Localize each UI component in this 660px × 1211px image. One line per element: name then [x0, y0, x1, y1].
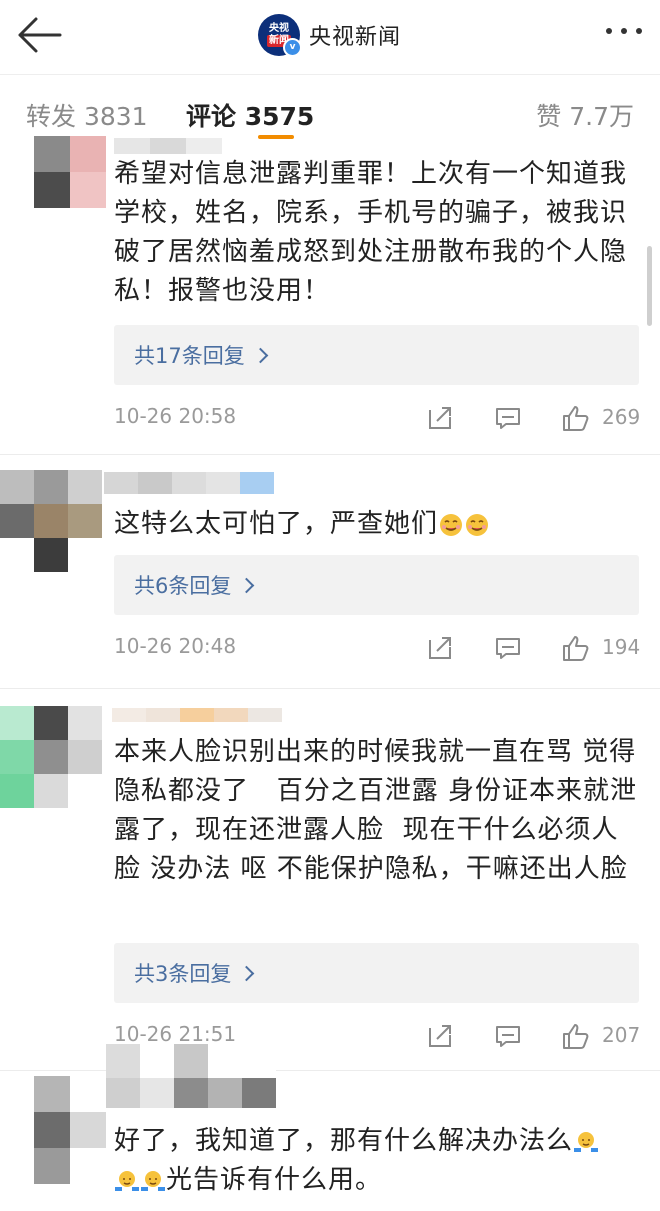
view-replies-link[interactable]: 共17条回复	[134, 340, 269, 370]
shrug-emoji	[574, 1131, 599, 1152]
avatar[interactable]	[34, 136, 106, 208]
like-button[interactable]	[556, 398, 596, 438]
comment-text-line2: 光告诉有什么用。	[166, 1165, 383, 1195]
drool-face-emoji	[466, 513, 489, 536]
reply-count: 共6条回复	[134, 574, 232, 598]
comment-button[interactable]	[488, 1016, 528, 1056]
cctv-news-logo: 央视 新闻 v	[258, 14, 302, 57]
like-button[interactable]	[556, 1016, 596, 1056]
chevron-right-icon	[239, 965, 255, 981]
thumbs-up-icon	[563, 406, 589, 431]
comment-icon	[496, 408, 520, 429]
comment-text: 希望对信息泄露判重罪！上次有一个知道我学校，姓名，院系，手机号的骗子，被我识破了…	[114, 159, 628, 306]
thumbs-up-icon	[563, 1024, 589, 1049]
share-icon	[429, 1025, 451, 1047]
account-header[interactable]: 央视 新闻 v 央视新闻	[258, 12, 401, 58]
username-mosaic[interactable]	[112, 708, 282, 722]
comment-button[interactable]	[488, 628, 528, 668]
like-button[interactable]	[556, 628, 596, 668]
avatar[interactable]	[0, 470, 102, 572]
share-icon	[429, 637, 451, 659]
like-count: 269	[602, 405, 641, 429]
thumbs-up-icon	[563, 636, 589, 661]
chevron-right-icon	[252, 347, 269, 363]
view-replies-link[interactable]: 共6条回复	[134, 570, 255, 600]
share-button[interactable]	[420, 398, 460, 438]
reply-box[interactable]: 共3条回复	[114, 943, 639, 1003]
share-button[interactable]	[420, 628, 460, 668]
comment-text: 好了，我知道了，那有什么解决办法么 光告诉有什么用。	[114, 1122, 644, 1200]
reply-box[interactable]: 共6条回复	[114, 555, 639, 615]
avatar[interactable]	[34, 1076, 106, 1184]
account-name: 央视新闻	[309, 25, 402, 50]
view-replies-link[interactable]: 共3条回复	[134, 958, 255, 988]
reply-count: 共17条回复	[134, 344, 245, 368]
timestamp: 10-26 20:58	[114, 404, 237, 428]
comment-meta: 10-26 20:58 269	[114, 398, 644, 438]
comment-text: 这特么太可怕了，严查她们	[114, 505, 644, 544]
username-mosaic[interactable]	[106, 1044, 276, 1108]
tab-repost[interactable]: 转发 3831	[26, 97, 148, 133]
comment-button[interactable]	[488, 398, 528, 438]
top-nav-bar: 央视 新闻 v 央视新闻	[0, 0, 660, 74]
divider	[0, 1070, 660, 1071]
dot	[606, 28, 612, 34]
chevron-right-icon	[239, 577, 255, 593]
tab-likes[interactable]: 赞 7.7万	[536, 97, 634, 133]
username-mosaic[interactable]	[104, 472, 274, 494]
shrug-emoji	[141, 1170, 165, 1191]
more-dots-icon[interactable]	[606, 28, 642, 34]
comment-text-line1: 好了，我知道了，那有什么解决办法么	[114, 1126, 574, 1156]
comment-icon	[496, 1026, 520, 1047]
verified-badge-icon: v	[283, 38, 302, 57]
like-count: 194	[602, 635, 641, 659]
avatar[interactable]	[0, 706, 102, 808]
comment-text: 本来人脸识别出来的时候我就一直在骂 觉得隐私都没了 百分之百泄露 身份证本来就泄…	[114, 737, 638, 884]
active-tab-indicator	[258, 135, 294, 139]
back-button[interactable]	[14, 14, 66, 56]
divider	[0, 688, 660, 689]
comment-icon	[496, 638, 520, 659]
share-icon	[429, 407, 451, 429]
shrug-emoji	[115, 1170, 139, 1191]
reply-count: 共3条回复	[134, 962, 232, 986]
timestamp: 10-26 20:48	[114, 634, 237, 658]
tab-comments[interactable]: 评论 3575	[186, 97, 314, 133]
reply-box[interactable]: 共17条回复	[114, 325, 639, 385]
like-count: 207	[602, 1023, 641, 1047]
dot	[636, 28, 642, 34]
comment-text-content: 这特么太可怕了，严查她们	[114, 509, 439, 539]
divider	[0, 454, 660, 455]
scrollbar[interactable]	[647, 246, 652, 326]
dot	[621, 28, 627, 34]
logo-line1: 央视	[269, 23, 289, 34]
comment-meta: 10-26 20:48 194	[114, 628, 644, 668]
timestamp: 10-26 21:51	[114, 1022, 237, 1046]
share-button[interactable]	[420, 1016, 460, 1056]
arrow-left-icon	[18, 17, 62, 53]
drool-face-emoji	[440, 513, 463, 536]
username-mosaic[interactable]	[114, 138, 222, 154]
